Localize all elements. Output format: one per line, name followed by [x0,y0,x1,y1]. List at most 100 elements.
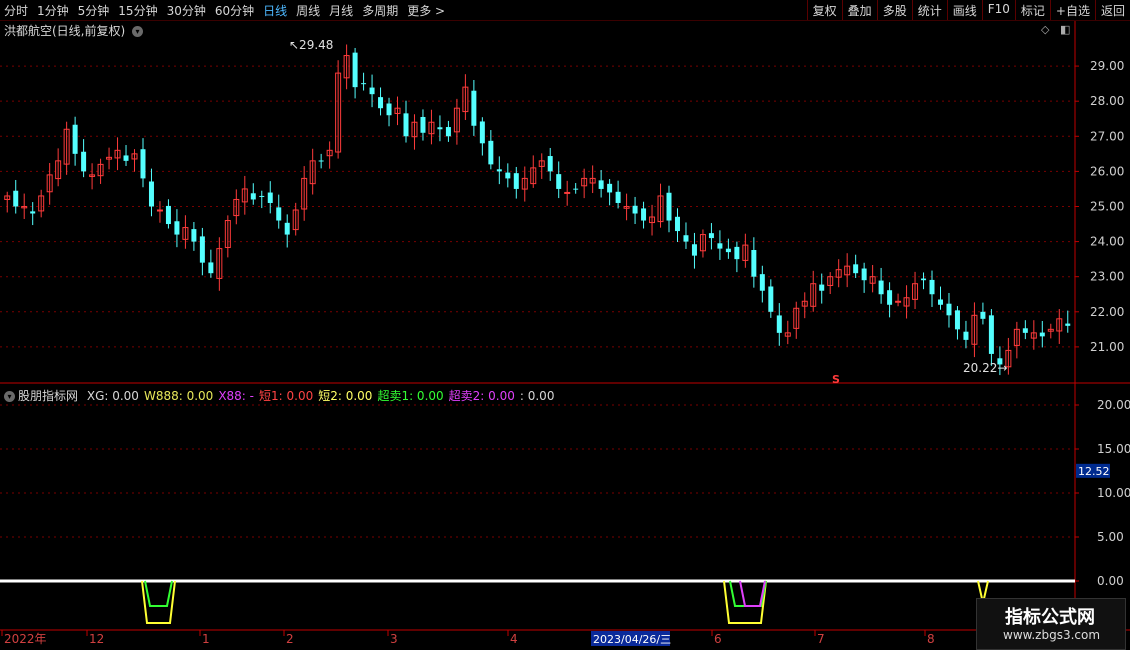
toolbar-button[interactable]: 统计 [911,0,947,20]
candle-body [284,222,290,235]
candle-body [505,172,511,179]
toolbar-button[interactable]: 叠加 [841,0,877,20]
candle-body [929,279,935,295]
indicator-field: 短1: 0.00 [259,389,314,403]
indicator-field: 超卖1: 0.00 [377,389,444,403]
sell-marker: S [832,373,840,386]
candle-body [250,193,256,200]
candle-body [861,268,867,281]
indicator-tick-label: 20.00 [1097,398,1130,412]
candle-body [759,274,765,291]
period-tab[interactable]: 60分钟 [215,4,254,18]
toolbar-button[interactable]: +自选 [1049,0,1095,20]
period-tab[interactable]: 1分钟 [37,4,69,18]
current-value-label: 12.52 [1078,465,1110,478]
candle-body [267,192,273,203]
indicator-name[interactable]: 股朋指标网 [18,389,78,403]
time-label: 3 [390,632,398,646]
indicator-field: 超卖2: 0.00 [448,389,515,403]
candle-body [895,300,902,303]
chevron-down-icon[interactable]: ▾ [132,26,144,37]
candle-body [708,233,714,239]
panel-toggle-icon[interactable]: ◧ [1060,23,1070,36]
high-price-label: ↖29.48 [289,38,333,52]
indicator-field: X88: - [218,389,254,403]
candle-body [641,208,647,221]
time-label: 6 [714,632,722,646]
candle-body [471,90,477,126]
site-watermark: 指标公式网 www.zbgs3.com [976,598,1126,650]
candle-body [352,52,358,88]
time-label: 7 [817,632,825,646]
period-tab[interactable]: 周线 [296,4,320,18]
signal-dip [739,580,766,607]
period-tab[interactable]: 30分钟 [167,4,206,18]
candle-body [488,140,494,165]
candle-body [369,87,375,95]
candle-body [921,278,927,281]
period-tab[interactable]: 月线 [329,4,353,18]
candle-body [72,124,78,154]
candle-body [123,155,129,161]
candle-body [420,116,426,133]
signal-dip [144,580,173,607]
chart-canvas[interactable]: 29.0028.0027.0026.0025.0024.0023.0022.00… [0,0,1130,650]
indicator-tick-label: 0.00 [1097,574,1124,588]
candle-body [887,290,893,305]
time-label: 4 [510,632,518,646]
candle-body [445,127,451,137]
candle-body [556,174,562,189]
indicator-field: : 0.00 [519,389,555,403]
period-tab[interactable]: 日线 [263,4,287,18]
price-tick-label: 22.00 [1090,305,1124,319]
price-tick-label: 26.00 [1090,164,1124,178]
indicator-tick-label: 10.00 [1097,486,1130,500]
candle-body [607,183,613,193]
candle-body [615,191,621,203]
period-tab[interactable]: 15分钟 [118,4,157,18]
candle-body [632,205,638,214]
time-label: 12 [89,632,104,646]
toolbar-button[interactable]: 标记 [1014,0,1050,20]
candle-body [768,286,774,312]
candle-body [165,205,171,225]
watermark-url: www.zbgs3.com [1003,628,1101,642]
watermark-title: 指标公式网 [1005,607,1095,628]
candle-body [513,173,519,189]
diamond-icon[interactable]: ◇ [1041,23,1049,36]
stock-title: 洪都航空(日线,前复权) [4,24,126,38]
candle-body [403,113,409,137]
candle-body [963,331,969,340]
price-tick-label: 25.00 [1090,199,1124,213]
candle-body [598,180,604,189]
price-tick-label: 24.00 [1090,235,1124,249]
period-tab[interactable]: 更多 > [407,4,445,18]
price-panel-title[interactable]: 洪都航空(日线,前复权) ▾ [4,22,144,39]
indicator-field: W888: 0.00 [143,389,214,403]
candle-body [437,127,443,130]
period-tab[interactable]: 多周期 [362,4,398,18]
candle-body [683,235,689,242]
chevron-down-icon[interactable]: ▾ [4,391,15,402]
candle-body [148,181,154,207]
candle-body [1039,332,1045,337]
time-label: 2022年 [4,632,47,646]
low-price-label: 20.22→ [963,361,1007,375]
candle-body [988,315,994,354]
candle-body [691,244,697,256]
indicator-field: XG: 0.00 [86,389,139,403]
candle-body [954,310,960,330]
toolbar-button[interactable]: 多股 [876,0,912,20]
time-label: 1 [202,632,210,646]
toolbar-button[interactable]: 复权 [806,0,842,20]
toolbar-button[interactable]: 画线 [946,0,982,20]
candle-body [853,264,859,274]
period-tab[interactable]: 5分钟 [78,4,110,18]
indicator-tick-label: 5.00 [1097,530,1124,544]
toolbar-button[interactable]: 返回 [1094,0,1130,20]
price-tick-label: 23.00 [1090,270,1124,284]
toolbar-button[interactable]: F10 [981,0,1015,20]
candle-body [725,248,731,253]
candle-body [666,192,672,221]
period-tab[interactable]: 分时 [4,4,28,18]
